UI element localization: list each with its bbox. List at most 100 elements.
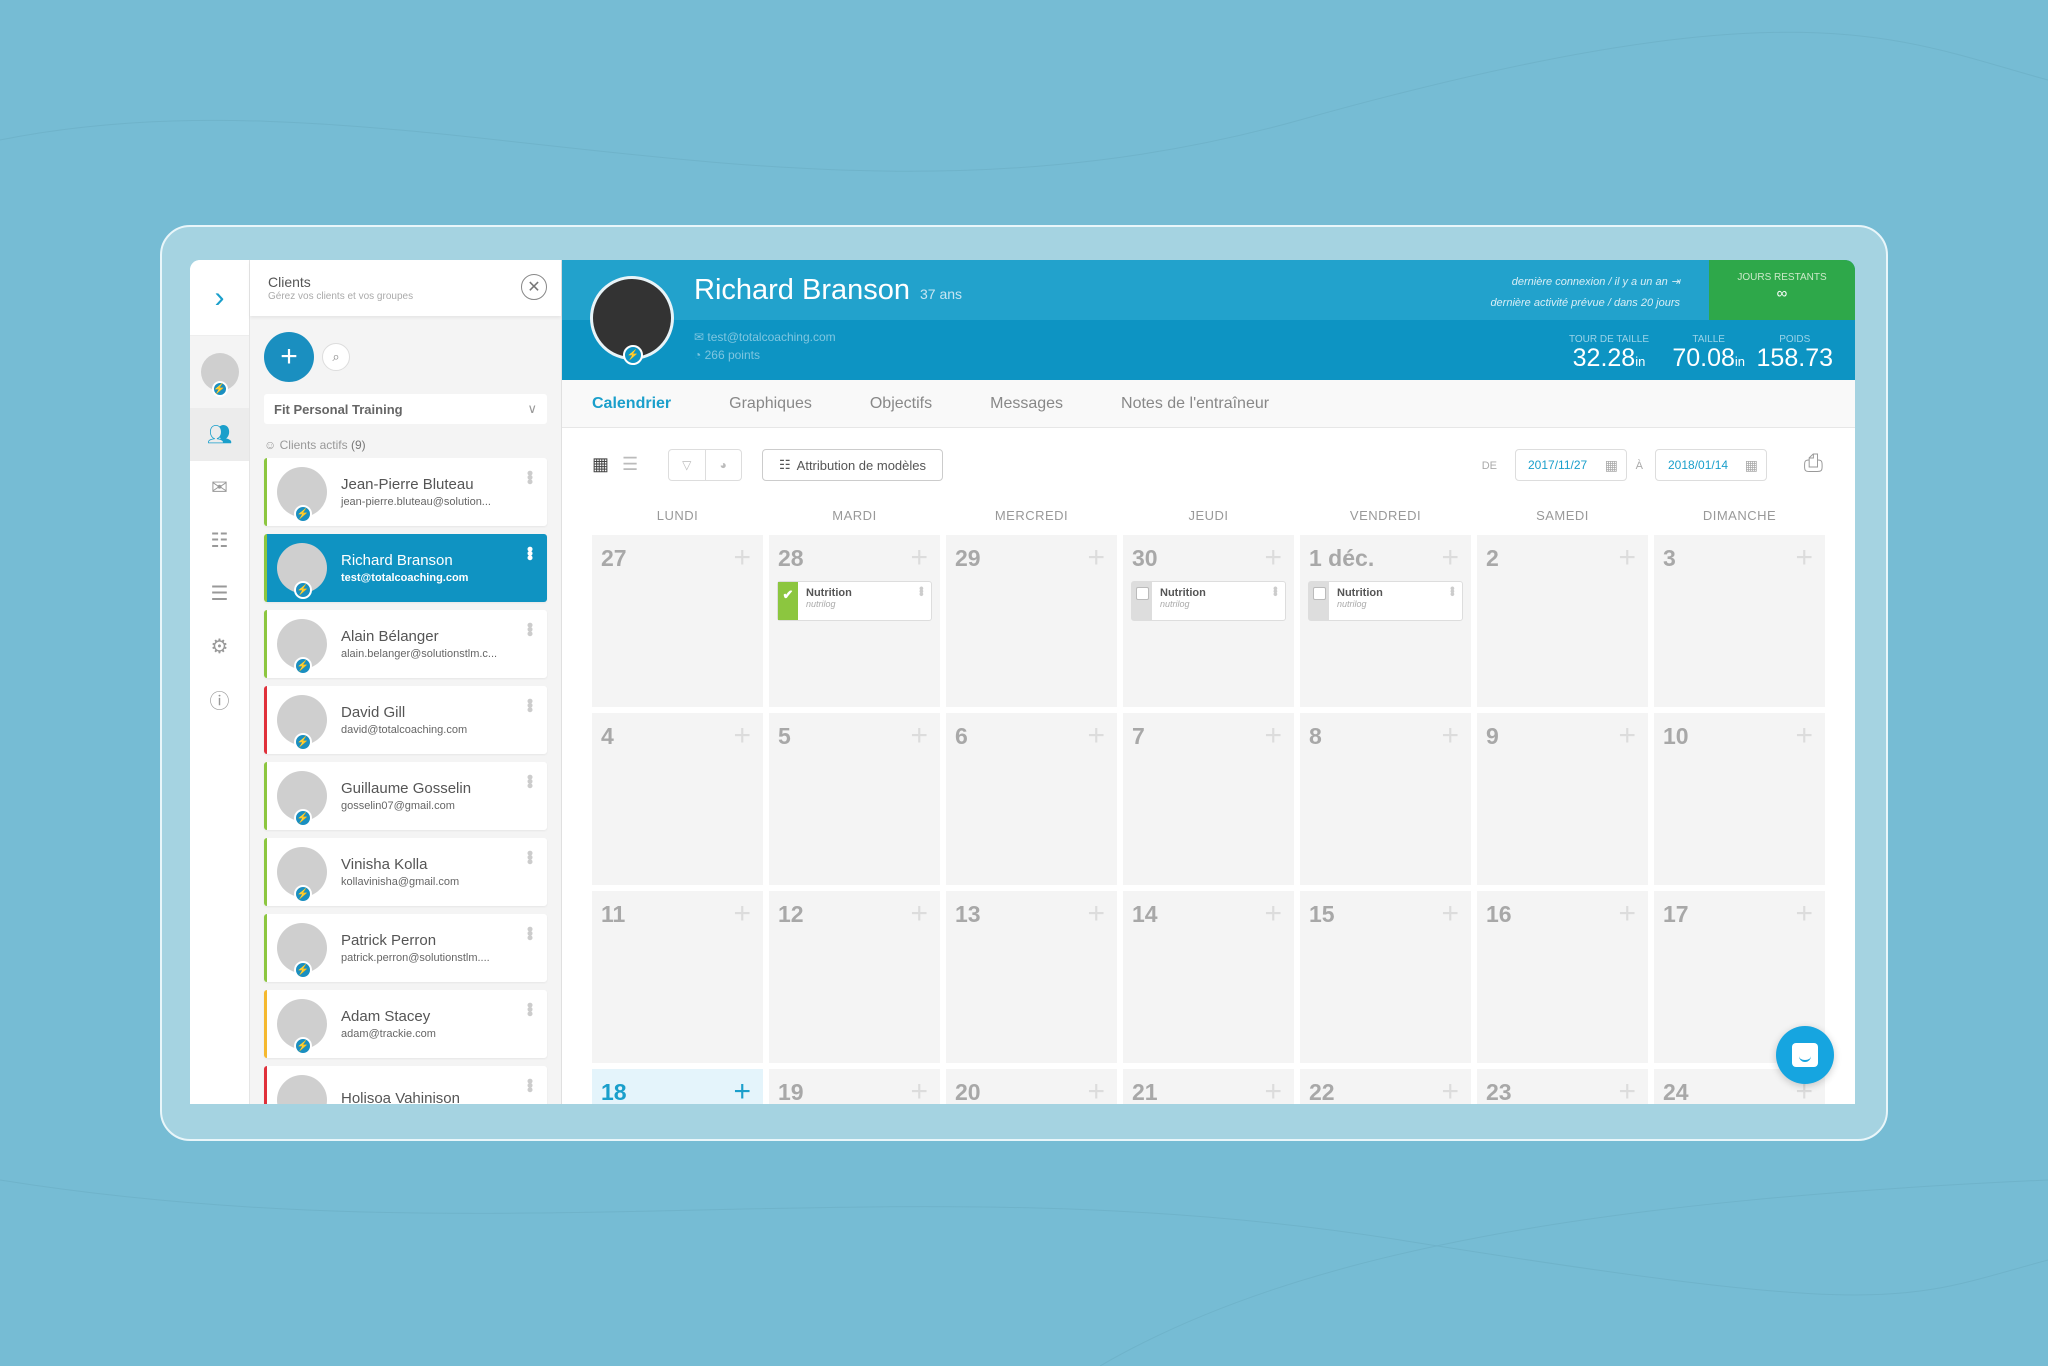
add-event-icon[interactable]: + [1795, 541, 1813, 575]
add-event-icon[interactable]: + [733, 719, 751, 753]
add-client-button[interactable]: + [264, 332, 314, 382]
add-event-icon[interactable]: + [1618, 897, 1636, 931]
calendar-day-cell[interactable]: 30 + Nutrition nutrilog ••• [1123, 535, 1294, 707]
gear-icon[interactable]: ⚙ [190, 620, 249, 673]
hierarchy-icon[interactable]: ☷ [190, 514, 249, 567]
tab-calendar[interactable]: Calendrier [592, 395, 671, 413]
add-event-icon[interactable]: + [1441, 719, 1459, 753]
calendar-day-cell[interactable]: 21 + [1123, 1069, 1294, 1104]
more-options-icon[interactable]: ••• [520, 1002, 540, 1015]
calendar-day-cell[interactable]: 7 + [1123, 713, 1294, 885]
more-options-icon[interactable]: ••• [520, 774, 540, 787]
add-event-icon[interactable]: + [1795, 897, 1813, 931]
to-date-input[interactable]: 2018/01/14 ▦ [1655, 449, 1767, 481]
add-event-icon[interactable]: + [910, 541, 928, 575]
tab-notes[interactable]: Notes de l'entraîneur [1121, 395, 1269, 413]
calendar-day-cell[interactable]: 3 + [1654, 535, 1825, 707]
from-date-input[interactable]: 2017/11/27 ▦ [1515, 449, 1627, 481]
calendar-day-cell[interactable]: 20 + [946, 1069, 1117, 1104]
calendar-event[interactable]: Nutrition nutrilog ••• [1308, 581, 1463, 621]
grid-view-icon[interactable]: ▦ [592, 454, 609, 475]
calendar-day-cell[interactable]: 22 + [1300, 1069, 1471, 1104]
print-icon[interactable]: ⎙ [1804, 450, 1823, 478]
calendar-day-cell[interactable]: 16 + [1477, 891, 1648, 1063]
calendar-event[interactable]: ✔ Nutrition nutrilog ••• [777, 581, 932, 621]
add-event-icon[interactable]: + [1087, 897, 1105, 931]
event-checkbox[interactable] [1132, 582, 1152, 620]
more-options-icon[interactable]: ••• [520, 546, 540, 559]
calendar-day-cell[interactable]: 23 + [1477, 1069, 1648, 1104]
add-event-icon[interactable]: + [1795, 719, 1813, 753]
chat-launcher-button[interactable] [1776, 1026, 1834, 1084]
add-event-icon[interactable]: + [1264, 541, 1282, 575]
more-options-icon[interactable]: ••• [520, 698, 540, 711]
add-event-icon[interactable]: + [1087, 719, 1105, 753]
add-event-icon[interactable]: + [1264, 719, 1282, 753]
filter-icon[interactable]: ▽ [669, 450, 705, 480]
more-options-icon[interactable]: ••• [1445, 586, 1461, 595]
more-options-icon[interactable]: ••• [520, 850, 540, 863]
users-icon[interactable]: 👥︎ [190, 408, 249, 461]
add-event-icon[interactable]: + [1087, 1075, 1105, 1104]
calendar-day-cell[interactable]: 6 + [946, 713, 1117, 885]
client-list-item[interactable]: ⚡ Alain Bélanger alain.belanger@solution… [264, 610, 547, 678]
add-event-icon[interactable]: + [733, 541, 751, 575]
list-view-icon[interactable]: ☰ [622, 454, 638, 475]
user-avatar[interactable]: ⚡ [190, 336, 249, 408]
calendar-day-cell[interactable]: 9 + [1477, 713, 1648, 885]
chevron-right-icon[interactable]: › [190, 260, 249, 336]
mail-icon[interactable]: ✉ [190, 461, 249, 514]
client-list-item[interactable]: ⚡ Adam Stacey adam@trackie.com ••• [264, 990, 547, 1058]
pie-chart-icon[interactable]: ◕ [704, 450, 742, 480]
event-checkbox[interactable]: ✔ [778, 582, 798, 620]
client-list-item[interactable]: ⚡ Jean-Pierre Bluteau jean-pierre.blutea… [264, 458, 547, 526]
calendar-day-cell[interactable]: 1 déc. + Nutrition nutrilog ••• [1300, 535, 1471, 707]
add-event-icon[interactable]: + [910, 897, 928, 931]
calendar-day-cell[interactable]: 11 + [592, 891, 763, 1063]
group-select[interactable]: Fit Personal Training ∨ [264, 394, 547, 424]
calendar-day-cell[interactable]: 13 + [946, 891, 1117, 1063]
calendar-day-cell[interactable]: 19 + [769, 1069, 940, 1104]
calendar-day-cell[interactable]: 8 + [1300, 713, 1471, 885]
add-event-icon[interactable]: + [1264, 897, 1282, 931]
more-options-icon[interactable]: ••• [1268, 586, 1284, 595]
calendar-day-cell[interactable]: 2 + [1477, 535, 1648, 707]
tab-messages[interactable]: Messages [990, 395, 1063, 413]
tab-goals[interactable]: Objectifs [870, 395, 932, 413]
add-event-icon[interactable]: + [1618, 719, 1636, 753]
add-event-icon[interactable]: + [1441, 541, 1459, 575]
search-icon[interactable]: ⌕ [322, 343, 350, 371]
client-list-item[interactable]: ⚡ David Gill david@totalcoaching.com ••• [264, 686, 547, 754]
calendar-day-cell[interactable]: 28 + ✔ Nutrition nutrilog ••• [769, 535, 940, 707]
client-list-item[interactable]: ⚡ Guillaume Gosselin gosselin07@gmail.co… [264, 762, 547, 830]
calendar-day-cell[interactable]: 12 + [769, 891, 940, 1063]
add-event-icon[interactable]: + [1618, 541, 1636, 575]
add-event-icon[interactable]: + [1441, 897, 1459, 931]
calendar-day-cell[interactable]: 4 + [592, 713, 763, 885]
add-event-icon[interactable]: + [910, 1075, 928, 1104]
calendar-day-cell[interactable]: 18 + [592, 1069, 763, 1104]
more-options-icon[interactable]: ••• [520, 470, 540, 483]
client-list-item[interactable]: ⚡ Vinisha Kolla kollavinisha@gmail.com •… [264, 838, 547, 906]
add-event-icon[interactable]: + [1441, 1075, 1459, 1104]
template-assignment-button[interactable]: ☷ Attribution de modèles [762, 449, 944, 481]
event-checkbox[interactable] [1309, 582, 1329, 620]
more-options-icon[interactable]: ••• [520, 1078, 540, 1091]
calendar-day-cell[interactable]: 5 + [769, 713, 940, 885]
add-event-icon[interactable]: + [733, 897, 751, 931]
add-event-icon[interactable]: + [910, 719, 928, 753]
more-options-icon[interactable]: ••• [520, 926, 540, 939]
calendar-day-cell[interactable]: 10 + [1654, 713, 1825, 885]
help-icon[interactable]: ⓘ [190, 673, 249, 726]
more-options-icon[interactable]: ••• [520, 622, 540, 635]
calendar-day-cell[interactable]: 29 + [946, 535, 1117, 707]
add-event-icon[interactable]: + [733, 1075, 751, 1104]
add-event-icon[interactable]: + [1087, 541, 1105, 575]
client-list-item[interactable]: ⚡ Holisoa Vahinison ••• [264, 1066, 547, 1104]
more-options-icon[interactable]: ••• [914, 586, 930, 595]
client-list-item[interactable]: ⚡ Patrick Perron patrick.perron@solution… [264, 914, 547, 982]
calendar-day-cell[interactable]: 14 + [1123, 891, 1294, 1063]
close-icon[interactable]: ✕ [521, 274, 547, 300]
calendar-day-cell[interactable]: 27 + [592, 535, 763, 707]
calendar-day-cell[interactable]: 15 + [1300, 891, 1471, 1063]
